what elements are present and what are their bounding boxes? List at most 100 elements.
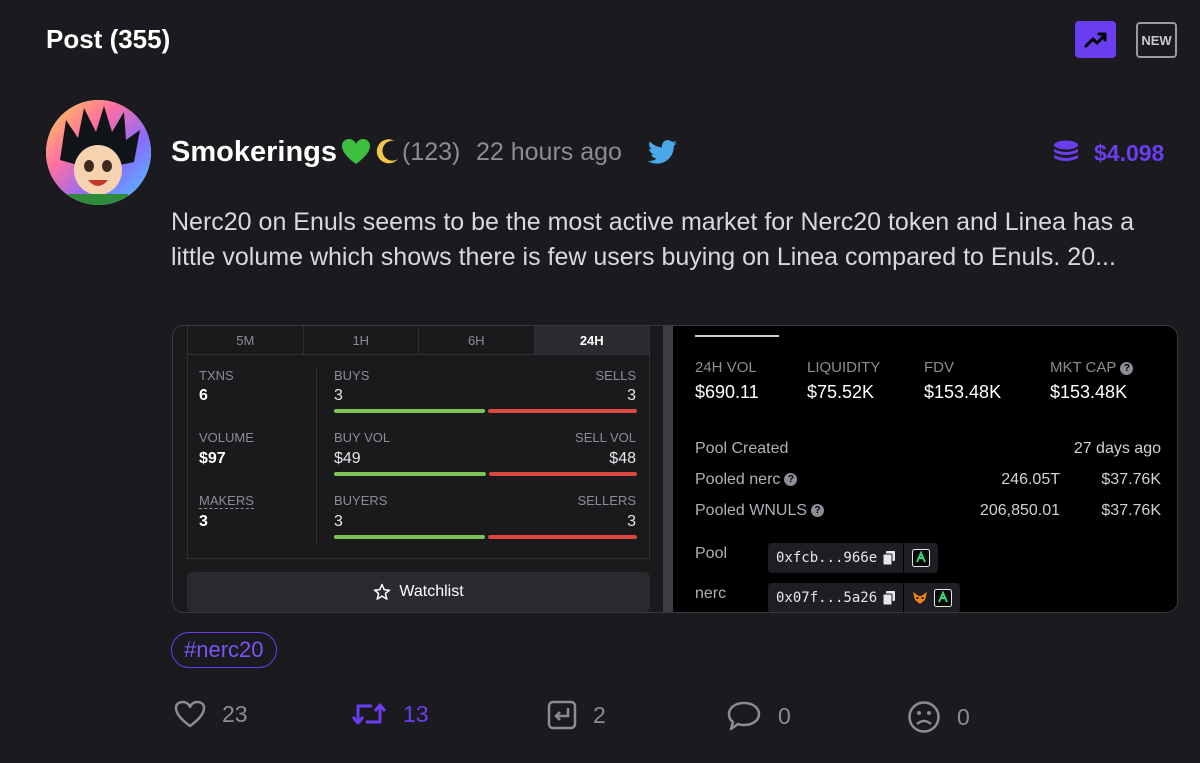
page-title: Post (355) xyxy=(46,24,171,54)
buys-bar xyxy=(334,409,485,413)
sell-vol-value: $48 xyxy=(609,450,636,467)
buyers-bar xyxy=(334,535,485,539)
comment-button[interactable]: 0 xyxy=(726,700,791,732)
explorer-icon xyxy=(912,549,931,567)
reply-count: 2 xyxy=(593,701,606,728)
tab-1h[interactable]: 1H xyxy=(304,326,419,354)
sells-bar xyxy=(488,409,637,413)
pooled-wnuls-usd: $37.76K xyxy=(1101,502,1161,519)
token-address-label: nerc xyxy=(695,585,727,602)
crescent-moon-emoji xyxy=(373,138,401,171)
coins-icon xyxy=(1052,139,1080,172)
tab-5m[interactable]: 5M xyxy=(188,326,304,354)
buyers-value: 3 xyxy=(334,513,343,530)
mkt-cap-text: MKT CAP xyxy=(1050,359,1117,376)
token-address-text: 0x07f...5a26 xyxy=(776,590,878,606)
avatar-image xyxy=(46,100,151,205)
token-info-panel: 24H VOL $690.11 LIQUIDITY $75.52K FDV $1… xyxy=(673,326,1177,612)
pooled-wnuls-text: Pooled WNULS xyxy=(695,502,808,519)
tab-24h[interactable]: 24H xyxy=(534,326,649,354)
pooled-nerc-usd: $37.76K xyxy=(1101,471,1161,488)
author-name[interactable]: Smokerings xyxy=(171,136,337,169)
pool-created-label: Pool Created xyxy=(695,440,789,457)
pooled-nerc-amount: 246.05T xyxy=(1001,471,1060,488)
makers-label[interactable]: MAKERS xyxy=(199,493,254,509)
copy-icon xyxy=(883,551,896,565)
pool-created-value: 27 days ago xyxy=(1073,440,1161,457)
buyers-label: BUYERS xyxy=(334,493,388,508)
copy-icon xyxy=(883,591,896,605)
sells-value: 3 xyxy=(627,387,636,404)
pool-address-copy[interactable]: 0xfcb...966e xyxy=(768,543,905,573)
fdv-label: FDV xyxy=(924,359,954,376)
token-address-copy[interactable]: 0x07f...5a26 xyxy=(768,583,905,612)
sellers-value: 3 xyxy=(627,513,636,530)
help-icon[interactable]: ? xyxy=(1120,361,1134,375)
help-icon[interactable]: ? xyxy=(811,504,825,518)
fdv-value: $153.48K xyxy=(924,382,1002,402)
help-icon[interactable]: ? xyxy=(784,473,798,487)
post-time[interactable]: 22 hours ago xyxy=(476,138,622,167)
new-button[interactable]: NEW xyxy=(1136,22,1177,58)
dislike-button[interactable]: 0 xyxy=(907,700,970,734)
pooled-nerc-text: Pooled nerc xyxy=(695,471,781,488)
tab-indicator xyxy=(695,335,779,337)
reply-box-icon xyxy=(547,700,577,730)
pooled-wnuls-label: Pooled WNULS? xyxy=(695,502,825,520)
pool-address-label: Pool xyxy=(695,545,728,562)
pool-address-chip: 0xfcb...966e xyxy=(768,543,939,573)
vol-24h-label: 24H VOL xyxy=(695,359,757,376)
reply-button[interactable]: 2 xyxy=(547,700,606,730)
pooled-nerc-label: Pooled nerc? xyxy=(695,471,798,489)
panel-divider xyxy=(663,326,673,612)
comment-bubble-icon xyxy=(727,701,761,731)
sell-vol-bar xyxy=(489,472,637,476)
token-wallet-links[interactable] xyxy=(904,583,960,612)
pool-address-text: 0xfcb...966e xyxy=(776,550,878,566)
retweet-count: 13 xyxy=(403,700,429,727)
sellers-label: SELLERS xyxy=(577,493,636,508)
tab-6h[interactable]: 6H xyxy=(419,326,535,354)
star-icon xyxy=(374,583,391,600)
txns-label: TXNS xyxy=(199,368,234,383)
buys-label: BUYS xyxy=(334,368,370,383)
stats-divider xyxy=(316,367,317,545)
watchlist-button[interactable]: Watchlist xyxy=(187,572,650,612)
retweet-button[interactable]: 13 xyxy=(351,700,429,728)
tip-amount[interactable]: $4.098 xyxy=(1094,140,1164,167)
avatar[interactable] xyxy=(46,100,151,205)
mkt-cap-label: MKT CAP? xyxy=(1050,359,1134,376)
hashtag-nerc20[interactable]: #nerc20 xyxy=(171,632,277,668)
mkt-cap-value: $153.48K xyxy=(1050,382,1128,402)
pooled-wnuls-amount: 206,850.01 xyxy=(979,502,1060,519)
timeframe-tabs: 5M 1H 6H 24H xyxy=(187,326,650,355)
heart-icon xyxy=(174,700,206,728)
vol-24h-value: $690.11 xyxy=(695,382,759,402)
buy-vol-value: $49 xyxy=(334,450,361,467)
like-button[interactable]: 23 xyxy=(174,700,248,728)
trade-stats-panel: 5M 1H 6H 24H TXNS 6 BUYS 3 SELLS 3 VOLUM… xyxy=(173,326,663,612)
sad-face-icon xyxy=(908,701,940,733)
buys-value: 3 xyxy=(334,387,343,404)
retweet-icon xyxy=(351,703,387,725)
watchlist-label: Watchlist xyxy=(399,583,464,600)
metamask-fox-icon xyxy=(913,592,928,604)
post-text: Nerc20 on Enuls seems to be the most act… xyxy=(171,208,1135,271)
sellers-bar xyxy=(488,535,637,539)
stats-box: TXNS 6 BUYS 3 SELLS 3 VOLUME $97 BUY VOL… xyxy=(187,355,650,559)
trending-button[interactable] xyxy=(1075,21,1116,58)
sell-vol-label: SELL VOL xyxy=(575,430,636,445)
buy-vol-label: BUY VOL xyxy=(334,430,391,445)
green-heart-emoji xyxy=(341,138,371,171)
liquidity-value: $75.52K xyxy=(807,382,875,402)
dislike-count: 0 xyxy=(957,703,970,730)
trending-up-icon xyxy=(1084,32,1106,47)
embedded-token-card[interactable]: 5M 1H 6H 24H TXNS 6 BUYS 3 SELLS 3 VOLUM… xyxy=(172,325,1178,613)
makers-value: 3 xyxy=(199,513,208,530)
liquidity-label: LIQUIDITY xyxy=(807,359,881,376)
twitter-icon[interactable] xyxy=(647,140,678,170)
buy-vol-bar xyxy=(334,472,486,476)
pool-explorer-link[interactable] xyxy=(904,543,938,573)
comment-count: 0 xyxy=(778,702,791,729)
volume-label: VOLUME xyxy=(199,430,254,445)
